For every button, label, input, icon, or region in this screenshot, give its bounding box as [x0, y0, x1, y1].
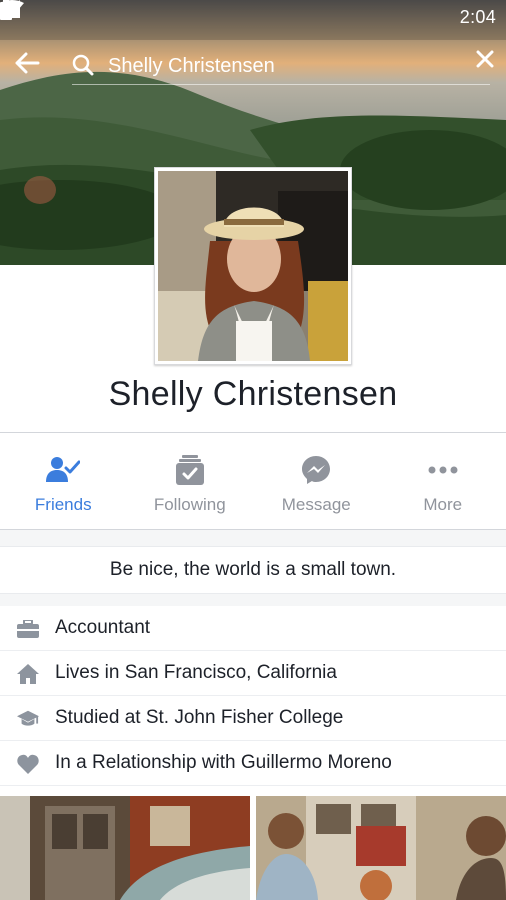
photo-thumbnail[interactable]: [0, 796, 250, 900]
message-label: Message: [281, 495, 351, 514]
info-item-lives[interactable]: Lives in San Francisco, California: [0, 651, 506, 696]
photo-strip: [0, 796, 506, 900]
friends-group-photo: [256, 796, 506, 900]
info-text: Studied at St. John Fisher College: [55, 707, 344, 728]
status-bar: 2:04: [0, 0, 506, 34]
profile-name: Shelly Christensen: [108, 375, 398, 413]
home-icon: [17, 663, 39, 685]
friends-button[interactable]: Friends: [0, 433, 127, 529]
following-button[interactable]: Following: [127, 433, 254, 529]
profile-picture[interactable]: [154, 167, 352, 365]
section-gap: [0, 594, 506, 606]
search-field: [72, 48, 490, 85]
intro-list: Accountant Lives in San Francisco, Calif…: [0, 606, 506, 786]
street-car-photo: [0, 796, 250, 900]
following-icon: [173, 453, 207, 487]
info-item-relationship[interactable]: In a Relationship with Guillermo Moreno: [0, 741, 506, 786]
section-gap: [0, 530, 506, 546]
friends-icon: [46, 453, 81, 487]
briefcase-icon: [17, 618, 39, 640]
search-input[interactable]: [106, 50, 450, 82]
profile-portrait-image: [158, 171, 348, 361]
profile-bio: Be nice, the world is a small town.: [0, 546, 506, 594]
info-text: Lives in San Francisco, California: [55, 662, 337, 683]
friends-label: Friends: [34, 495, 92, 514]
search-bar: [0, 44, 506, 90]
back-button[interactable]: [14, 52, 46, 84]
graduation-cap-icon: [17, 708, 39, 730]
more-button[interactable]: More: [380, 433, 506, 529]
info-item-education[interactable]: Studied at St. John Fisher College: [0, 696, 506, 741]
following-label: Following: [153, 495, 226, 514]
info-item-work[interactable]: Accountant: [0, 606, 506, 651]
message-button[interactable]: Message: [253, 433, 380, 529]
profile-actions: Friends Following Message More: [0, 433, 506, 529]
info-text: In a Relationship with Guillermo Moreno: [55, 752, 392, 773]
more-icon: [426, 453, 460, 487]
clear-search-button[interactable]: [476, 50, 500, 74]
back-arrow-icon: [15, 52, 40, 74]
close-icon: [476, 50, 494, 68]
heart-icon: [17, 753, 39, 775]
info-text: Accountant: [55, 617, 151, 638]
messenger-icon: [299, 453, 333, 487]
status-time: 2:04: [459, 6, 496, 27]
more-label: More: [423, 495, 463, 514]
photo-thumbnail[interactable]: [256, 796, 506, 900]
